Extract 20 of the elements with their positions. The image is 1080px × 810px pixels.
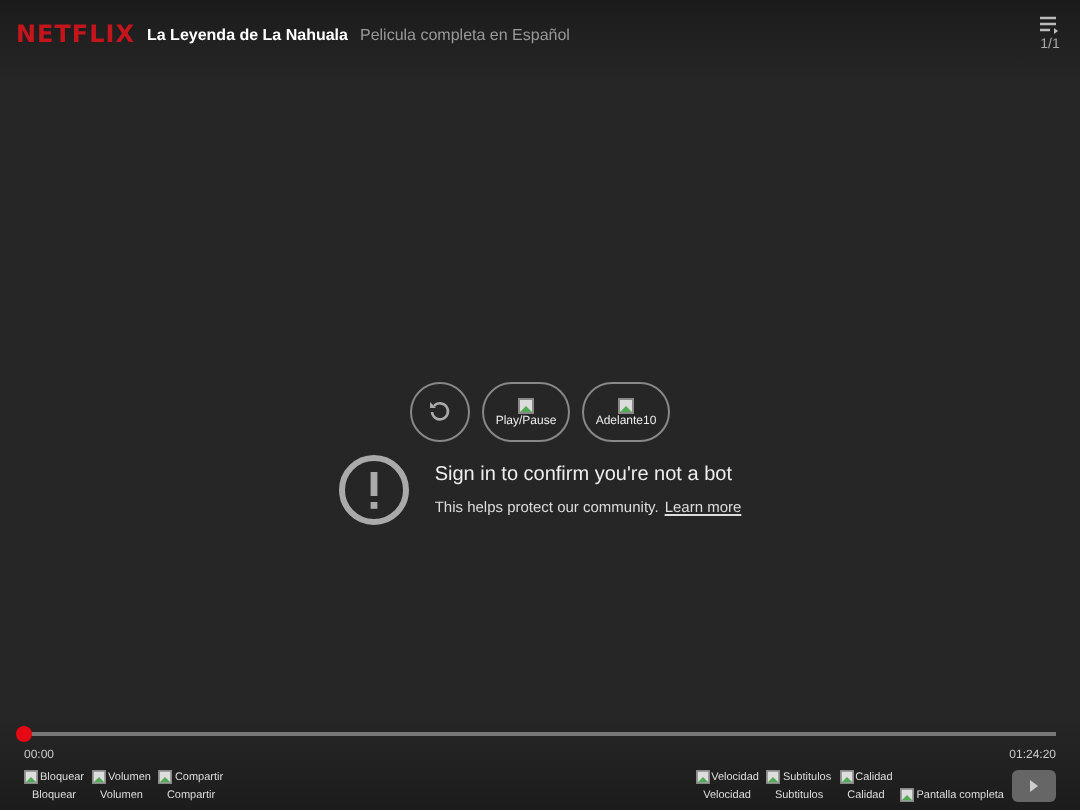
broken-image-icon	[24, 770, 38, 784]
expand-button[interactable]	[1012, 770, 1056, 802]
broken-image-icon	[900, 788, 915, 802]
warning-icon	[338, 454, 411, 526]
video-subtitle: Pelicula completa en Español	[359, 25, 570, 43]
replay-icon	[428, 400, 452, 424]
broken-image-icon	[618, 397, 634, 413]
broken-image-icon	[158, 770, 173, 784]
video-title: La Leyenda de La Nahuala	[147, 25, 348, 43]
progress-thumb[interactable]	[16, 726, 32, 742]
broken-image-icon	[92, 770, 107, 784]
broken-image-icon	[695, 770, 710, 784]
replay-button[interactable]	[410, 382, 470, 442]
play-icon	[1026, 778, 1042, 794]
broken-image-icon	[766, 770, 781, 784]
logo: NETFLIX	[16, 20, 135, 48]
playlist-icon[interactable]	[1040, 16, 1060, 34]
broken-image-icon	[518, 397, 534, 413]
message-heading: Sign in to confirm you're not a bot	[434, 464, 734, 486]
broken-image-icon	[839, 770, 854, 784]
